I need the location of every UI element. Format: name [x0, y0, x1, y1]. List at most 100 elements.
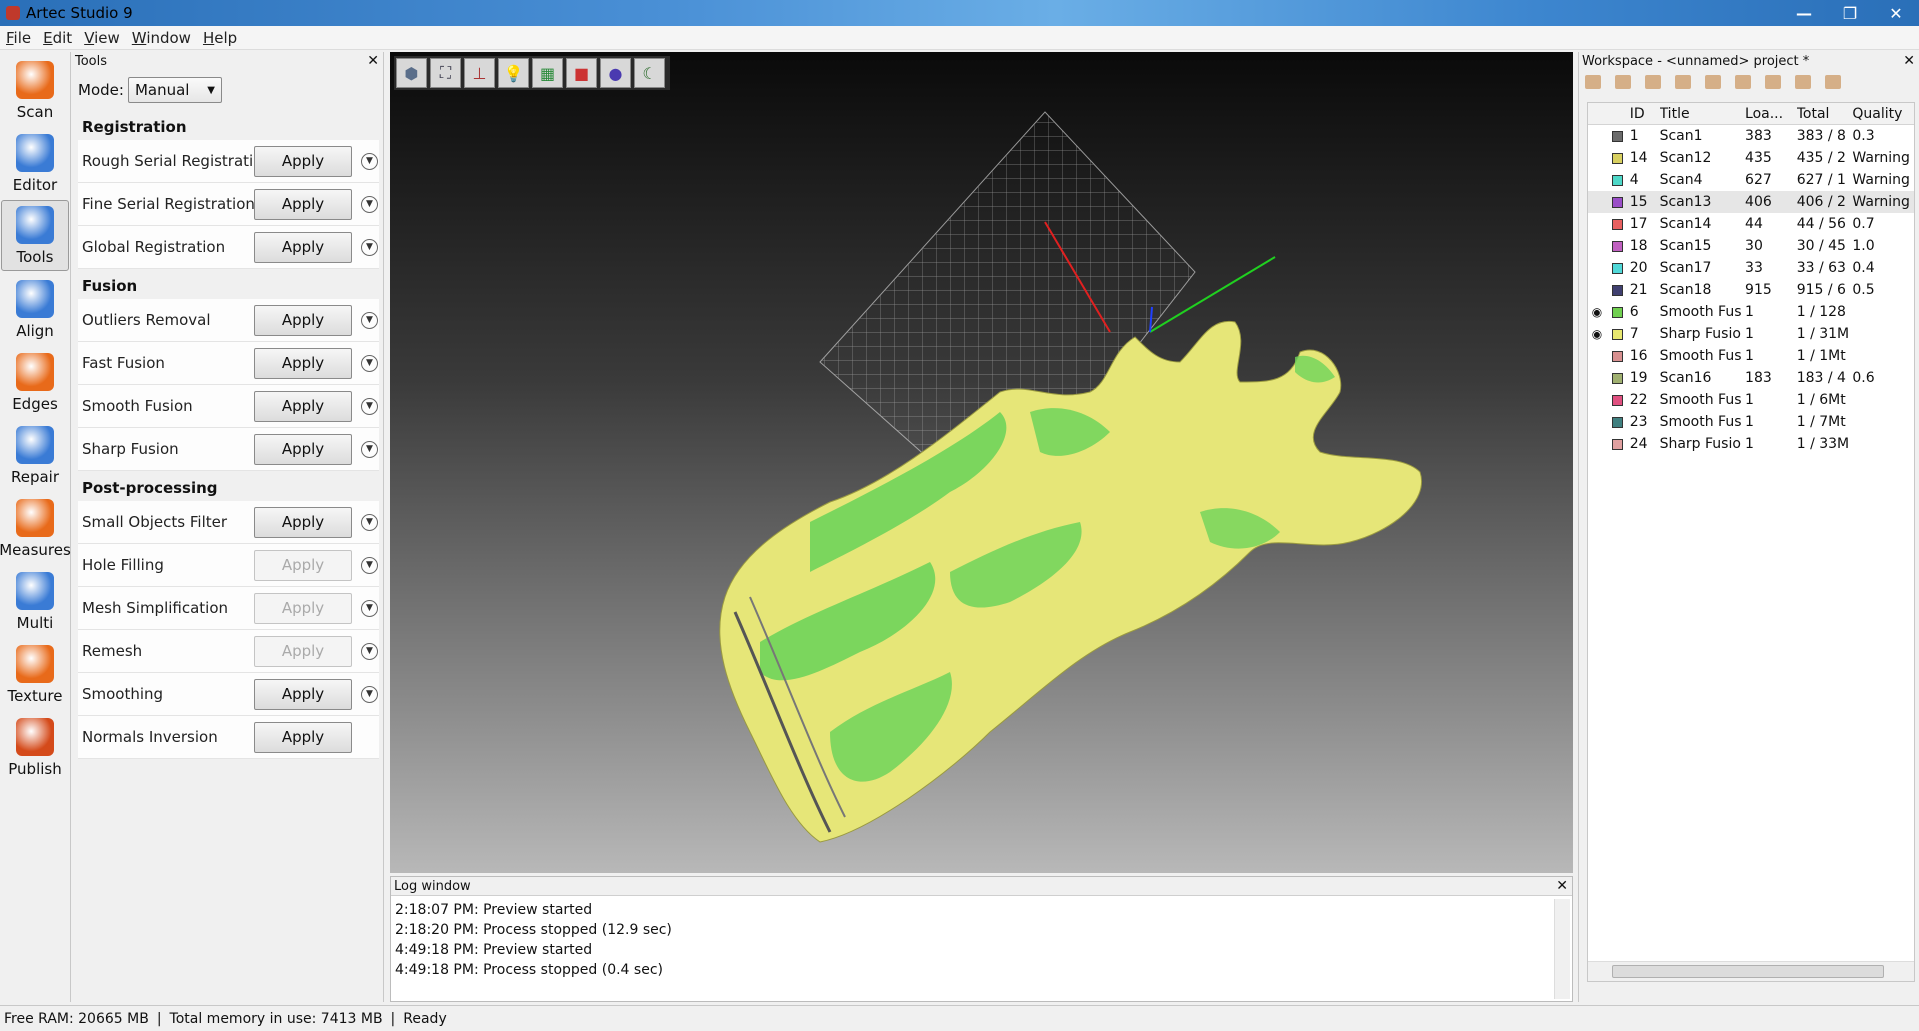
table-row[interactable]: 19 Scan16 183 183 / 4 0.6 — [1588, 367, 1914, 389]
publish-icon — [16, 718, 54, 756]
copy-icon[interactable] — [1765, 75, 1781, 89]
save-project-icon[interactable] — [1645, 75, 1661, 89]
visibility-eye-icon[interactable]: ◉ — [1588, 305, 1606, 319]
mode-button-multi[interactable]: Multi — [1, 565, 69, 636]
gear-icon[interactable] — [1825, 75, 1841, 89]
table-row[interactable]: 24 Sharp Fusio 1 1 / 33M — [1588, 433, 1914, 455]
close-icon[interactable]: ✕ — [1556, 878, 1568, 894]
menu-help[interactable]: Help — [203, 29, 237, 47]
column-id[interactable]: ID — [1630, 106, 1660, 122]
workspace-hscrollbar[interactable] — [1588, 961, 1914, 981]
chevron-down-icon[interactable]: ▼ — [361, 311, 378, 329]
delete-icon[interactable] — [1795, 75, 1811, 89]
table-row[interactable]: 17 Scan14 44 44 / 56 0.7 — [1588, 213, 1914, 235]
apply-button-fine-serial-registration[interactable]: Apply — [254, 188, 352, 220]
undo-icon[interactable] — [1675, 75, 1691, 89]
apply-button-sharp-fusion[interactable]: Apply — [254, 433, 352, 465]
apply-button-hole-filling[interactable]: Apply — [254, 549, 352, 581]
apply-button-mesh-simplification[interactable]: Apply — [254, 592, 352, 624]
apply-button-small-objects-filter[interactable]: Apply — [254, 506, 352, 538]
column-quality[interactable]: Quality — [1852, 106, 1914, 122]
apply-button-outliers-removal[interactable]: Apply — [254, 304, 352, 336]
table-row[interactable]: 18 Scan15 30 30 / 45 1.0 — [1588, 235, 1914, 257]
color-swatch-box — [1612, 130, 1624, 142]
mode-button-publish[interactable]: Publish — [1, 711, 69, 782]
column-loaded[interactable]: Loa... — [1745, 106, 1797, 122]
table-row[interactable]: ◉ 7 Sharp Fusio 1 1 / 31M — [1588, 323, 1914, 345]
new-project-icon[interactable] — [1585, 75, 1601, 89]
apply-button-rough-serial-registration[interactable]: Apply — [254, 145, 352, 177]
chevron-down-icon[interactable]: ▼ — [361, 354, 378, 372]
chevron-down-icon[interactable]: ▼ — [361, 152, 378, 170]
cell-id: 1 — [1629, 128, 1639, 144]
table-row[interactable]: 21 Scan18 915 915 / 6 0.5 — [1588, 279, 1914, 301]
chevron-down-icon[interactable]: ▼ — [361, 195, 378, 213]
table-row[interactable]: 1 Scan1 383 383 / 8 0.3 — [1588, 125, 1914, 147]
menu-window[interactable]: Window — [132, 29, 191, 47]
close-icon[interactable]: ✕ — [1903, 53, 1915, 69]
cell-loaded: 1 — [1745, 326, 1754, 342]
color-swatch-box — [1612, 262, 1624, 274]
open-project-icon[interactable] — [1615, 75, 1631, 89]
maximize-button[interactable]: ❐ — [1827, 0, 1873, 26]
table-row[interactable]: 16 Smooth Fus 1 1 / 1Mt — [1588, 345, 1914, 367]
cell-quality: 1.0 — [1852, 238, 1875, 254]
tool-row-smoothing: Smoothing Apply ▼ — [78, 673, 379, 716]
mode-button-edges[interactable]: Edges — [1, 346, 69, 417]
table-row[interactable]: 23 Smooth Fus 1 1 / 7Mt — [1588, 411, 1914, 433]
redo-icon[interactable] — [1705, 75, 1721, 89]
cell-loaded: 1 — [1745, 304, 1754, 320]
section-title: Registration — [82, 118, 187, 136]
chevron-down-icon[interactable]: ▼ — [361, 642, 378, 660]
apply-button-global-registration[interactable]: Apply — [254, 231, 352, 263]
mode-button-scan[interactable]: Scan — [1, 54, 69, 125]
menu-edit[interactable]: Edit — [43, 29, 72, 47]
table-row[interactable]: 22 Smooth Fus 1 1 / 6Mt — [1588, 389, 1914, 411]
log-scrollbar[interactable] — [1554, 899, 1570, 999]
apply-button-smoothing[interactable]: Apply — [254, 678, 352, 710]
mode-button-tools[interactable]: Tools — [1, 200, 69, 271]
mode-button-measures[interactable]: Measures — [0, 492, 71, 563]
chevron-down-icon[interactable]: ▼ — [361, 513, 378, 531]
mode-button-texture[interactable]: Texture — [1, 638, 69, 709]
table-row[interactable]: 14 Scan12 435 435 / 2 Warning — [1588, 147, 1914, 169]
chevron-down-icon[interactable]: ▼ — [361, 685, 378, 703]
chevron-down-icon[interactable]: ▼ — [361, 238, 378, 256]
close-icon[interactable]: ✕ — [367, 53, 379, 69]
mode-button-editor[interactable]: Editor — [1, 127, 69, 198]
apply-button-smooth-fusion[interactable]: Apply — [254, 390, 352, 422]
3d-viewport[interactable]: ⬢ ⛶ ⊥ 💡 ▦ ■ ● ☾ — [390, 52, 1573, 873]
cell-loaded: 183 — [1745, 370, 1772, 386]
cell-total: 183 / 4 — [1796, 370, 1846, 386]
column-title[interactable]: Title — [1660, 106, 1745, 122]
scrollbar-thumb[interactable] — [1612, 965, 1884, 978]
table-row[interactable]: ◉ 6 Smooth Fus 1 1 / 128 — [1588, 301, 1914, 323]
visibility-eye-icon[interactable]: ◉ — [1588, 327, 1606, 341]
import-icon[interactable] — [1735, 75, 1751, 89]
menu-file[interactable]: File — [6, 29, 31, 47]
apply-button-fast-fusion[interactable]: Apply — [254, 347, 352, 379]
color-swatch — [1606, 394, 1630, 406]
apply-button-remesh[interactable]: Apply — [254, 635, 352, 667]
mode-button-repair[interactable]: Repair — [1, 419, 69, 490]
chevron-down-icon[interactable]: ▼ — [361, 440, 378, 458]
glove-3d-model — [719, 111, 1422, 843]
table-row[interactable]: 15 Scan13 406 406 / 2 Warning — [1588, 191, 1914, 213]
column-total[interactable]: Total — [1797, 106, 1853, 122]
table-row[interactable]: 4 Scan4 627 627 / 1 Warning — [1588, 169, 1914, 191]
chevron-down-icon[interactable]: ▼ — [361, 556, 378, 574]
tool-name: Fine Serial Registration — [82, 195, 255, 213]
minimize-button[interactable]: — — [1781, 0, 1827, 26]
apply-button-normals-inversion[interactable]: Apply — [254, 721, 352, 753]
mode-button-align[interactable]: Align — [1, 273, 69, 344]
cell-title: Sharp Fusio — [1659, 436, 1741, 452]
mode-select[interactable]: Manual ▼ — [127, 77, 222, 103]
menu-view[interactable]: View — [84, 29, 120, 47]
chevron-down-icon[interactable]: ▼ — [361, 599, 378, 617]
chevron-down-icon[interactable]: ▼ — [361, 397, 378, 415]
color-swatch-box — [1612, 394, 1624, 406]
cell-total: 33 / 63 — [1796, 260, 1846, 276]
table-row[interactable]: 20 Scan17 33 33 / 63 0.4 — [1588, 257, 1914, 279]
close-window-button[interactable]: ✕ — [1873, 0, 1919, 26]
workspace-header: Workspace - <unnamed> project * ✕ — [1579, 52, 1919, 70]
